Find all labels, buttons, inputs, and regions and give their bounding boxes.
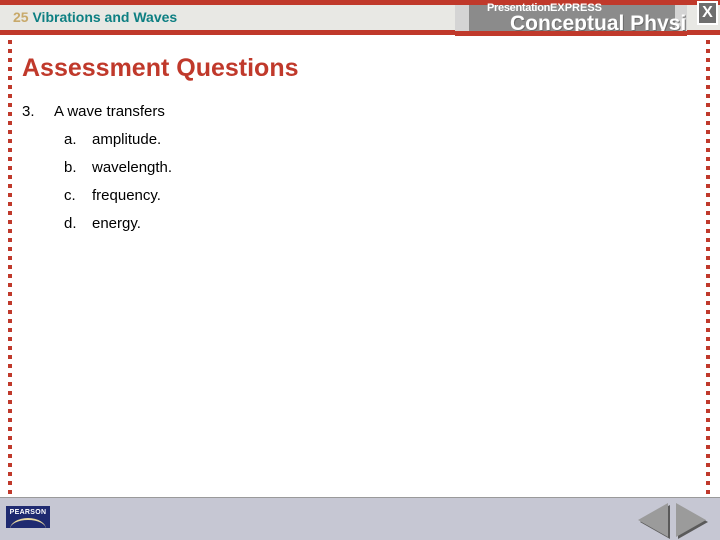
answer-option-a[interactable]: a. amplitude. (22, 126, 642, 154)
pearson-wordmark: PEARSON (9, 509, 47, 516)
question-stem: A wave transfers (54, 103, 165, 120)
footer-bar (0, 498, 720, 540)
chapter-title: Vibrations and Waves (32, 9, 178, 25)
left-dotted-border (8, 40, 12, 495)
chapter-number: 25 (13, 9, 29, 25)
option-text-b: wavelength. (92, 159, 173, 176)
option-letter-b: b. (64, 159, 77, 176)
pearson-logo: PEARSON (6, 506, 50, 528)
option-text-a: amplitude. (92, 131, 162, 148)
slide-canvas: 25 Vibrations and Waves PresentationEXPR… (0, 0, 720, 540)
answer-option-d[interactable]: d. energy. (22, 210, 642, 238)
brand-bottom-rule (455, 31, 687, 36)
right-dotted-border (706, 40, 710, 495)
pearson-swoosh-icon (10, 518, 46, 528)
navigation-arrows (636, 503, 710, 537)
page-title: Assessment Questions (22, 54, 299, 82)
brand-logo: PresentationEXPRESS Conceptual Physics (455, 0, 687, 36)
option-text-d: energy. (92, 215, 141, 232)
close-icon[interactable]: X (697, 1, 718, 25)
answer-option-c[interactable]: c. frequency. (22, 182, 642, 210)
option-letter-d: d. (64, 215, 77, 232)
option-letter-c: c. (64, 187, 76, 204)
option-text-c: frequency. (92, 187, 161, 204)
previous-slide-arrow-icon[interactable] (638, 503, 668, 537)
answer-option-b[interactable]: b. wavelength. (22, 154, 642, 182)
next-slide-arrow-icon[interactable] (676, 503, 706, 537)
chapter-label: 25 Vibrations and Waves (13, 9, 177, 26)
question-stem-row: 3. A wave transfers (22, 98, 642, 126)
option-letter-a: a. (64, 131, 77, 148)
brand-left-notch (455, 5, 469, 31)
question-block: 3. A wave transfers a. amplitude. b. wav… (22, 98, 642, 238)
question-number: 3. (22, 103, 35, 120)
